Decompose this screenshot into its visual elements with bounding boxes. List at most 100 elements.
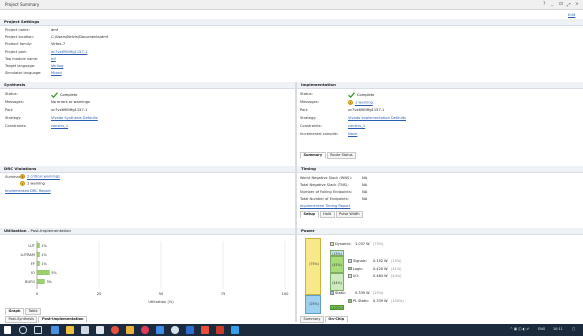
legend-value: 1.037 W — [355, 242, 370, 246]
maximize-icon[interactable]: ⤢ — [567, 2, 571, 8]
tab-route-status[interactable]: Route Status — [326, 152, 357, 159]
row-value-text[interactable]: Mixed — [51, 71, 62, 75]
drc-warning-text: 1 warning — [27, 181, 45, 186]
help-icon[interactable]: ? — [543, 2, 545, 7]
search-icon[interactable] — [19, 326, 27, 334]
taskbar: ^ ▣ ◫ ◐ ✐ ENG 10:11 ▢ — [0, 324, 583, 336]
row-value[interactable]: Mixed — [51, 71, 62, 75]
drc-critical-link[interactable]: 2 critical warnings — [27, 175, 60, 179]
bar-value-label: 3% — [46, 280, 52, 284]
clock[interactable]: 10:11 — [553, 327, 563, 331]
warning-icon: ! — [348, 100, 353, 105]
x-tick-label: 25 — [97, 292, 102, 296]
segment-pct: (100%) — [331, 306, 343, 310]
utilization-stage-tabs: Post-Synthesis Post-Implementation — [5, 316, 87, 323]
bar-value-label: 1% — [41, 253, 47, 257]
legend-pct: (100%) — [391, 299, 404, 303]
check-icon — [348, 92, 355, 98]
app-icon-red-2[interactable] — [201, 326, 209, 334]
legend-swatch — [348, 266, 352, 271]
tab-on-chip[interactable]: On-Chip — [324, 316, 348, 323]
row-value[interactable]: constrs_1 — [51, 124, 68, 128]
edge-icon[interactable] — [51, 326, 59, 334]
row-value: Virtex-7 — [51, 42, 65, 46]
legend-value: 0.339 W — [373, 299, 388, 303]
row-label: Worst Negative Slack (WNS): — [300, 176, 352, 180]
app-icon-blue[interactable] — [156, 326, 164, 334]
edit-link[interactable]: Edit — [568, 12, 575, 17]
row-value-text: NA — [362, 183, 368, 187]
row-value-text[interactable]: Vivado Implementation Defaults — [348, 116, 406, 120]
drc-report-link[interactable]: Implemented DRC Report — [5, 189, 51, 193]
row-value[interactable]: None — [348, 132, 357, 136]
app-icon-pink[interactable] — [141, 326, 149, 334]
static-share-label: (25%) — [309, 301, 319, 306]
row-label: Project location: — [5, 35, 34, 40]
tab-setup[interactable]: Setup — [300, 211, 319, 218]
row-value-text[interactable]: None — [348, 132, 357, 136]
language-indicator[interactable]: ENG — [538, 327, 545, 331]
tab-table[interactable]: Table — [24, 308, 42, 315]
power-heading: Power — [297, 228, 583, 235]
row-label: Project part: — [5, 49, 28, 54]
category-label: FF — [31, 262, 35, 266]
start-icon[interactable] — [4, 326, 11, 334]
close-icon[interactable]: × — [575, 2, 579, 7]
timing-report-link[interactable]: Implemented Timing Report — [300, 204, 350, 208]
row-value-text[interactable]: constrs_1 — [51, 124, 68, 128]
tab-post-implementation[interactable]: Post-Implementation — [38, 316, 87, 323]
task-view-icon[interactable] — [34, 326, 42, 334]
dynamic-part-segment: (44%) — [330, 272, 344, 291]
drc-critical: ! 2 critical warnings — [20, 174, 60, 179]
tab-hold[interactable]: Hold — [319, 211, 335, 218]
tab-post-synthesis[interactable]: Post-Synthesis — [5, 316, 38, 323]
bar-value-label: 1% — [41, 244, 47, 248]
tab-power-summary[interactable]: Summary — [300, 316, 324, 323]
row-value-text[interactable]: constrs_1 — [348, 124, 365, 128]
x-tick-label: 75 — [221, 292, 226, 296]
tab-pulse-width[interactable]: Pulse Width — [335, 211, 364, 218]
synthesis-heading: Synthesis — [0, 82, 295, 89]
store-icon[interactable] — [81, 326, 89, 334]
row-value-text[interactable]: Vivado Synthesis Defaults — [51, 116, 98, 120]
legend-swatch — [348, 299, 352, 303]
tray-icons[interactable]: ^ ▣ ◫ ◐ ✐ — [510, 327, 529, 331]
row-value[interactable]: Verilog — [51, 64, 63, 68]
file-explorer-icon[interactable] — [66, 326, 74, 334]
legend-label: Dynamic: — [335, 242, 352, 246]
row-label: Simulator language: — [5, 71, 42, 76]
row-value[interactable]: constrs_1 — [348, 124, 365, 128]
tab-summary[interactable]: Summary — [300, 152, 326, 159]
app-icon-vivado[interactable] — [231, 326, 239, 334]
row-value-text[interactable]: mf — [51, 57, 56, 61]
column-divider — [295, 82, 297, 322]
tab-graph[interactable]: Graph — [5, 308, 24, 315]
power-legend-row: I/O: 0.464 W (44%) — [348, 274, 402, 278]
row-value-text: No errors or warnings — [51, 100, 90, 104]
minimize-icon[interactable]: _ — [551, 2, 553, 7]
row-value[interactable]: xc7vx690tffg1157-1 — [51, 50, 87, 54]
app-icon-red[interactable] — [111, 326, 119, 334]
row-label: Status: — [5, 92, 18, 96]
category-label: IO — [31, 271, 35, 275]
row-value[interactable]: mf — [51, 57, 56, 61]
app-icon-red-3[interactable] — [216, 326, 224, 334]
notifications-icon[interactable]: ▢ — [572, 327, 575, 331]
app-icon-light[interactable] — [171, 326, 179, 334]
category-label: BUFG — [25, 280, 35, 284]
restore-icon[interactable]: ⊡ — [559, 2, 563, 7]
app-icon-dark-blue[interactable] — [186, 326, 194, 334]
app-icon-orange[interactable] — [126, 326, 134, 334]
row-value[interactable]: Vivado Synthesis Defaults — [51, 116, 98, 120]
critical-warning-icon: ! — [20, 174, 25, 179]
row-label: Total Negative Slack (TNS): — [300, 183, 349, 187]
row-label: Status: — [300, 92, 313, 96]
mail-icon[interactable] — [96, 326, 104, 334]
row-label: Number of Failing Endpoints: — [300, 190, 352, 194]
power-legend-row: Logic: 0.420 W (41%) — [348, 267, 402, 271]
power-legend-row: PL Static: 0.339 W (100%) — [348, 299, 404, 303]
row-value-text[interactable]: xc7vx690tffg1157-1 — [51, 50, 87, 54]
timing-heading: Timing — [297, 166, 583, 173]
row-value-text[interactable]: Verilog — [51, 64, 63, 68]
row-value[interactable]: Vivado Implementation Defaults — [348, 116, 406, 120]
